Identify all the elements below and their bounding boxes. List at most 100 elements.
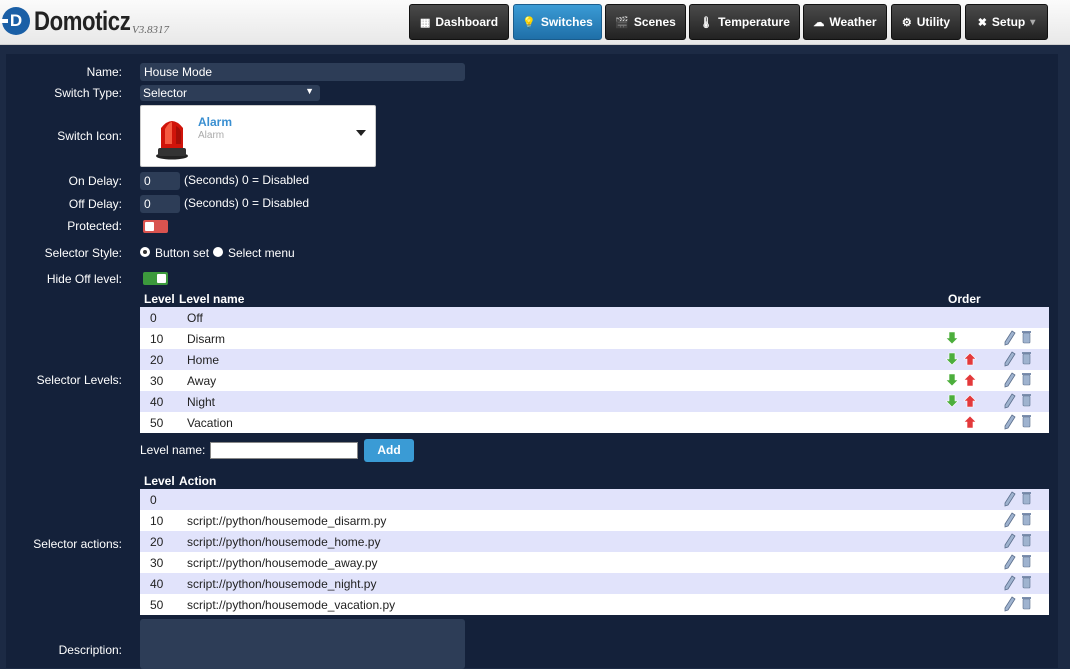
levels-header-name: Level name	[179, 292, 245, 306]
name-input[interactable]	[140, 63, 465, 81]
edit-pencil-icon[interactable]	[1004, 393, 1016, 409]
level-row: 20 Home	[140, 349, 1049, 370]
action-level: 30	[150, 556, 164, 570]
edit-pencil-icon[interactable]	[1004, 575, 1016, 591]
nav-scenes-button[interactable]: 🎬 Scenes	[605, 4, 686, 40]
delete-trash-icon[interactable]	[1021, 533, 1032, 547]
switch-type-label: Switch Type:	[54, 86, 122, 100]
nav-label: Switches	[540, 15, 593, 29]
hide-off-toggle[interactable]	[143, 272, 168, 285]
nav-utility-button[interactable]: ⚙ Utility	[891, 4, 961, 40]
on-delay-input[interactable]	[140, 172, 180, 190]
name-label: Name:	[86, 65, 122, 79]
top-navbar: D Domoticz V3.8317 ▦ Dashboard 💡 Switches 🎬 S…	[0, 0, 1070, 45]
action-row: 20 script://python/housemode_home.py	[140, 531, 1049, 552]
level-name: Disarm	[187, 332, 225, 346]
utility-icon: ⚙	[901, 16, 912, 29]
switch-icon-label: Switch Icon:	[57, 129, 122, 143]
move-down-arrow-icon[interactable]	[945, 331, 959, 345]
move-up-arrow-icon[interactable]	[963, 415, 977, 429]
level-value: 50	[150, 416, 164, 430]
action-script: script://python/housemode_night.py	[187, 577, 377, 591]
off-delay-label: Off Delay:	[68, 197, 122, 211]
move-down-arrow-icon[interactable]	[945, 352, 959, 366]
level-name: Night	[187, 395, 216, 409]
thermometer-icon: 🌡	[699, 16, 714, 29]
icon-title: Alarm	[198, 115, 233, 129]
level-value: 10	[150, 332, 164, 346]
switch-type-select[interactable]: Selector ▼	[140, 85, 320, 101]
delete-trash-icon[interactable]	[1021, 351, 1032, 365]
selector-actions-label: Selector actions:	[33, 537, 122, 551]
delete-trash-icon[interactable]	[1021, 512, 1032, 526]
weather-icon: ☁	[813, 16, 825, 29]
nav-switches-button[interactable]: 💡 Switches	[513, 4, 602, 40]
off-delay-input[interactable]	[140, 195, 180, 213]
nav-label: Temperature	[718, 15, 790, 29]
nav-label: Utility	[916, 15, 951, 29]
level-row: 0 Off	[140, 307, 1049, 328]
protected-toggle[interactable]	[143, 220, 168, 233]
delete-trash-icon[interactable]	[1021, 393, 1032, 407]
level-value: 30	[150, 374, 164, 388]
action-row: 0	[140, 489, 1049, 510]
description-textarea[interactable]	[140, 619, 465, 669]
action-row: 50 script://python/housemode_vacation.py	[140, 594, 1049, 615]
delete-trash-icon[interactable]	[1021, 372, 1032, 386]
nav-temperature-button[interactable]: 🌡 Temperature	[689, 4, 800, 40]
level-name: Home	[187, 353, 220, 367]
edit-pencil-icon[interactable]	[1004, 512, 1016, 528]
move-up-arrow-icon[interactable]	[963, 394, 977, 408]
switch-icon-dropdown[interactable]: Alarm Alarm	[140, 105, 376, 167]
icon-subtitle: Alarm	[198, 130, 225, 141]
level-row: 10 Disarm	[140, 328, 1049, 349]
level-value: 20	[150, 353, 164, 367]
action-row: 30 script://python/housemode_away.py	[140, 552, 1049, 573]
delete-trash-icon[interactable]	[1021, 491, 1032, 505]
button-set-label: Button set	[155, 246, 210, 260]
edit-pencil-icon[interactable]	[1004, 533, 1016, 549]
action-level: 10	[150, 514, 164, 528]
move-down-arrow-icon[interactable]	[945, 373, 959, 387]
edit-pencil-icon[interactable]	[1004, 351, 1016, 367]
nav-setup-button[interactable]: ✖ Setup ▾	[965, 4, 1048, 40]
edit-pencil-icon[interactable]	[1004, 414, 1016, 430]
edit-pencil-icon[interactable]	[1004, 554, 1016, 570]
action-script: script://python/housemode_vacation.py	[187, 598, 396, 612]
level-value: 40	[150, 395, 164, 409]
select-caret-icon: ▼	[305, 86, 314, 96]
nav-label: Weather	[829, 15, 877, 29]
nav-dashboard-button[interactable]: ▦ Dashboard	[409, 4, 509, 40]
app-title: Domoticz	[34, 6, 131, 36]
move-down-arrow-icon[interactable]	[945, 394, 959, 408]
delete-trash-icon[interactable]	[1021, 575, 1032, 589]
nav-label: Dashboard	[435, 15, 499, 29]
edit-pencil-icon[interactable]	[1004, 330, 1016, 346]
edit-pencil-icon[interactable]	[1004, 372, 1016, 388]
nav-label: Setup	[991, 15, 1026, 29]
action-script: script://python/housemode_disarm.py	[187, 514, 387, 528]
delete-trash-icon[interactable]	[1021, 554, 1032, 568]
level-row: 50 Vacation	[140, 412, 1049, 433]
actions-header-level: Level	[144, 474, 175, 488]
action-script: script://python/housemode_home.py	[187, 535, 381, 549]
edit-pencil-icon[interactable]	[1004, 491, 1016, 507]
hide-off-label: Hide Off level:	[46, 272, 122, 286]
off-delay-hint: (Seconds) 0 = Disabled	[184, 196, 310, 210]
delete-trash-icon[interactable]	[1021, 330, 1032, 344]
select-menu-radio[interactable]	[213, 247, 223, 257]
delete-trash-icon[interactable]	[1021, 596, 1032, 610]
nav-weather-button[interactable]: ☁ Weather	[803, 4, 887, 40]
add-level-button[interactable]: Add	[364, 439, 414, 462]
level-name-input[interactable]	[210, 442, 358, 459]
move-up-arrow-icon[interactable]	[963, 373, 977, 387]
delete-trash-icon[interactable]	[1021, 414, 1032, 428]
button-set-radio[interactable]	[140, 247, 150, 257]
edit-pencil-icon[interactable]	[1004, 596, 1016, 612]
on-delay-label: On Delay:	[68, 174, 122, 188]
action-level: 0	[150, 493, 157, 507]
level-name: Vacation	[187, 416, 233, 430]
level-row: 40 Night	[140, 391, 1049, 412]
action-level: 20	[150, 535, 164, 549]
move-up-arrow-icon[interactable]	[963, 352, 977, 366]
